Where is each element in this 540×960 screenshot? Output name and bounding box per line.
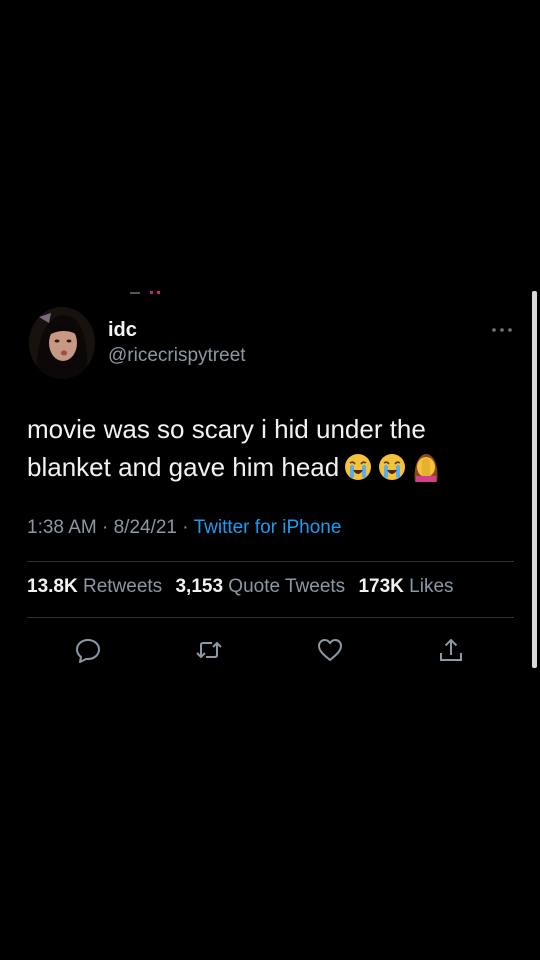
- divider: [27, 617, 514, 618]
- tweet-metadata: 1:38 AM · 8/24/21 · Twitter for iPhone: [27, 517, 341, 539]
- retweets-count: 13.8K: [27, 576, 78, 597]
- screenshot-screen: idc @ricecrispytreet movie was so scary …: [0, 0, 540, 960]
- author-block: idc @ricecrispytreet: [108, 318, 246, 368]
- like-icon[interactable]: [316, 636, 344, 664]
- tweet-time[interactable]: 1:38 AM: [27, 517, 97, 538]
- reply-icon[interactable]: [74, 636, 102, 664]
- avatar[interactable]: [29, 307, 95, 379]
- more-options-icon[interactable]: [490, 324, 514, 336]
- tweet-date[interactable]: 8/24/21: [114, 517, 177, 538]
- retweet-icon[interactable]: [195, 636, 223, 664]
- divider: [27, 561, 514, 562]
- likes-stat[interactable]: 173K Likes: [358, 576, 453, 597]
- cropped-header-fragment: [130, 291, 160, 294]
- tweet-body: movie was so scary i hid under the blank…: [27, 410, 507, 492]
- loudly-crying-face-emoji: [343, 452, 373, 492]
- quote-tweets-label: Quote Tweets: [228, 576, 346, 597]
- tweet-stats: 13.8K Retweets 3,153 Quote Tweets 173K L…: [27, 576, 462, 598]
- tweet-action-bar: [0, 636, 540, 666]
- quote-tweets-count: 3,153: [175, 576, 224, 597]
- meta-separator: ·: [96, 517, 114, 538]
- meta-separator: ·: [177, 517, 194, 538]
- tweet-source-link[interactable]: Twitter for iPhone: [194, 517, 342, 538]
- author-display-name[interactable]: idc: [108, 318, 246, 342]
- author-handle[interactable]: @ricecrispytreet: [108, 344, 246, 368]
- likes-count: 173K: [358, 576, 404, 597]
- retweets-label: Retweets: [82, 576, 163, 597]
- avatar-photo: [29, 307, 95, 379]
- share-icon[interactable]: [437, 636, 465, 664]
- scrollbar[interactable]: [532, 291, 537, 668]
- retweets-stat[interactable]: 13.8K Retweets: [27, 576, 162, 597]
- likes-label: Likes: [409, 576, 454, 597]
- woman-facepalming-emoji: [411, 452, 441, 492]
- loudly-crying-face-emoji: [377, 452, 407, 492]
- quote-tweets-stat[interactable]: 3,153 Quote Tweets: [175, 576, 345, 597]
